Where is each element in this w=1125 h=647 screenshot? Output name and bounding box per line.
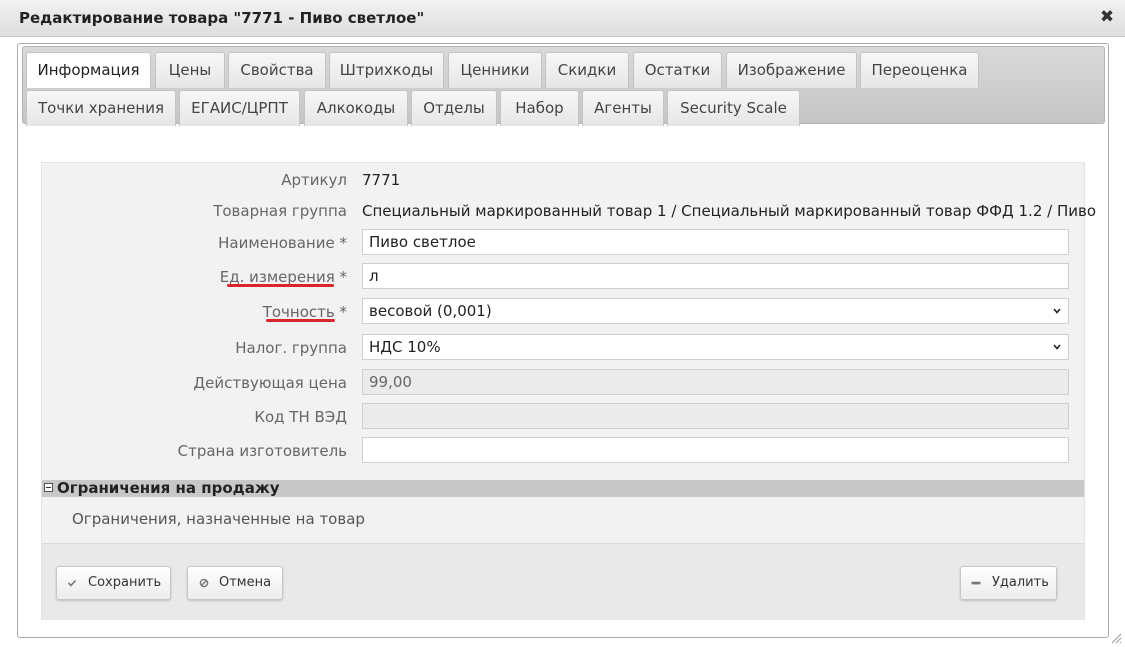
minus-icon bbox=[971, 581, 981, 585]
country-input[interactable] bbox=[362, 437, 1069, 463]
tax-group-select[interactable]: НДС 10% bbox=[362, 334, 1069, 360]
resize-grip-icon[interactable] bbox=[1110, 632, 1122, 644]
edit-product-dialog: Редактирование товара "7771 - Пиво светл… bbox=[0, 0, 1125, 647]
article-value: 7771 bbox=[362, 171, 401, 189]
country-label: Страна изготовитель bbox=[177, 442, 347, 460]
tab-set[interactable]: Набор bbox=[500, 90, 579, 126]
tax-group-label: Налог. группа bbox=[235, 339, 347, 357]
chevron-down-icon bbox=[1053, 308, 1061, 314]
tab-storage-points[interactable]: Точки хранения bbox=[26, 90, 176, 126]
save-button[interactable]: Сохранить bbox=[56, 566, 171, 600]
current-price-field: 99,00 bbox=[362, 369, 1069, 395]
restrictions-section-header[interactable]: Ограничения на продажу bbox=[42, 479, 1084, 497]
precision-select-value: весовой (0,001) bbox=[369, 302, 492, 320]
tab-security-scale[interactable]: Security Scale bbox=[667, 90, 800, 126]
tab-revaluation[interactable]: Переоценка bbox=[860, 52, 979, 88]
tab-image[interactable]: Изображение bbox=[726, 52, 857, 88]
save-button-label: Сохранить bbox=[88, 575, 162, 590]
dialog-title: Редактирование товара "7771 - Пиво светл… bbox=[19, 9, 425, 27]
cancel-button-label: Отмена bbox=[219, 575, 272, 590]
tab-alcocodes[interactable]: Алкокоды bbox=[304, 90, 408, 126]
restrictions-text: Ограничения, назначенные на товар bbox=[72, 510, 365, 528]
unit-annotation-underline bbox=[227, 284, 334, 287]
tab-properties[interactable]: Свойства bbox=[228, 52, 326, 88]
tnved-code-field bbox=[362, 403, 1069, 429]
tab-egais-crpt[interactable]: ЕГАИС/ЦРПТ bbox=[179, 90, 300, 126]
tax-group-select-value: НДС 10% bbox=[369, 338, 441, 356]
tab-barcodes[interactable]: Штрихкоды bbox=[329, 52, 444, 88]
precision-required-mark: * bbox=[339, 303, 348, 321]
product-group-label: Товарная группа bbox=[213, 202, 347, 220]
current-price-label: Действующая цена bbox=[193, 374, 347, 392]
tab-info[interactable]: Информация bbox=[26, 52, 151, 88]
unit-required-mark: * bbox=[339, 268, 348, 286]
cancel-icon bbox=[199, 578, 209, 588]
article-label: Артикул bbox=[281, 171, 347, 189]
name-input[interactable]: Пиво светлое bbox=[362, 229, 1069, 255]
delete-button[interactable]: Удалить bbox=[960, 566, 1057, 600]
dialog-content-panel: Информация Цены Свойства Штрихкоды Ценни… bbox=[17, 43, 1109, 638]
tab-stock[interactable]: Остатки bbox=[633, 52, 722, 88]
precision-select[interactable]: весовой (0,001) bbox=[362, 298, 1069, 324]
delete-button-label: Удалить bbox=[992, 575, 1049, 590]
restrictions-section-title: Ограничения на продажу bbox=[57, 479, 280, 497]
tab-departments[interactable]: Отделы bbox=[411, 90, 497, 126]
tab-prices[interactable]: Цены bbox=[155, 52, 225, 88]
tab-bar: Информация Цены Свойства Штрихкоды Ценни… bbox=[22, 46, 1105, 126]
tab-agents[interactable]: Агенты bbox=[582, 90, 664, 126]
check-icon bbox=[67, 579, 77, 587]
dialog-titlebar: Редактирование товара "7771 - Пиво светл… bbox=[0, 0, 1125, 37]
unit-input[interactable]: л bbox=[362, 263, 1069, 289]
tnved-code-label: Код ТН ВЭД bbox=[254, 408, 347, 426]
precision-annotation-underline bbox=[266, 319, 335, 322]
product-info-form: Артикул 7771 Товарная группа Специальный… bbox=[41, 162, 1096, 620]
cancel-button[interactable]: Отмена bbox=[187, 566, 283, 600]
tab-price-tags[interactable]: Ценники bbox=[448, 52, 542, 88]
close-icon[interactable]: ✖ bbox=[1099, 8, 1115, 26]
name-label: Наименование * bbox=[218, 234, 347, 252]
button-bar: Сохранить Отмена Удалить bbox=[42, 543, 1084, 620]
tab-discounts[interactable]: Скидки bbox=[545, 52, 629, 88]
collapse-minus-icon[interactable] bbox=[44, 483, 53, 492]
product-group-value: Специальный маркированный товар 1 / Спец… bbox=[362, 202, 1097, 220]
chevron-down-icon bbox=[1053, 344, 1061, 350]
